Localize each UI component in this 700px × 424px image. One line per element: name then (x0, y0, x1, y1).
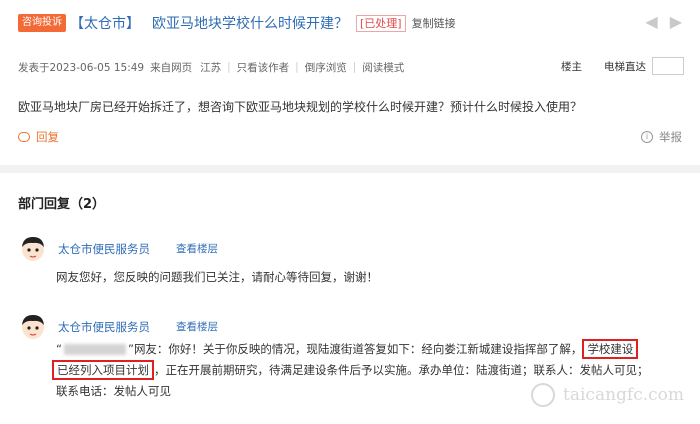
post-source: 来自网页 (150, 61, 193, 74)
reply-button[interactable]: 回复 (18, 129, 59, 145)
post-date: 发表于2023-06-05 15:49 (18, 61, 145, 74)
read-mode-link[interactable]: 阅读模式 (362, 60, 404, 75)
report-button[interactable]: i 举报 (641, 129, 682, 145)
post-title: 欧亚马地块学校什么时候开建？ (152, 16, 348, 32)
section-divider (0, 165, 700, 173)
reply-text-part: 网友：你好！关于你反映的情况，现陆渡街道答复如下：经向娄江新城建设指挥部了解， (133, 342, 583, 356)
quote-open: “ (56, 342, 62, 356)
jump-floor-input[interactable] (652, 57, 684, 75)
highlight-box: 已经列入项目计划 (52, 360, 154, 380)
watermark: taicangfc.com (531, 383, 684, 407)
watermark-text: taicangfc.com (563, 385, 684, 405)
reply-text: 网友您好，您反映的问题我们已关注，请耐心等待回复，谢谢！ (56, 270, 378, 284)
category-tag[interactable]: 咨询投诉 (18, 14, 66, 32)
reply-line: “”网友：你好！关于你反映的情况，现陆渡街道答复如下：经向娄江新城建设指挥部了解… (56, 339, 649, 360)
highlight-box: 学校建设 (582, 339, 639, 359)
post-body: 欧亚马地块厂房已经开始拆迁了，想咨询下欧亚马地块规划的学校什么时候开建？预计什么… (18, 100, 583, 114)
reply-text-part: ，正在开展前期研究，待满足建设条件后予以实施。承办单位：陆渡街道；联系人：发帖人… (154, 363, 649, 377)
post-title-row: 咨询投诉 【太仓市】 欧亚马地块学校什么时候开建？ [已处理] 复制链接 (18, 12, 682, 34)
watermark-logo-icon (531, 383, 556, 407)
copy-link-button[interactable]: 复制链接 (412, 15, 456, 31)
view-floor-link[interactable]: 查看楼层 (176, 319, 218, 334)
info-icon: i (641, 131, 653, 143)
city-link[interactable]: 【太仓市】 (70, 13, 140, 33)
comment-icon (18, 132, 30, 142)
thread-nav: ◀ ▶ (645, 12, 682, 31)
reply-author[interactable]: 太仓市便民服务员 (58, 241, 150, 257)
section-title: 部门回复（2） (18, 197, 106, 212)
view-floor-link[interactable]: 查看楼层 (176, 241, 218, 256)
owner-label: 楼主 (561, 60, 582, 73)
only-author-link[interactable]: 只看该作者 (237, 60, 290, 75)
reverse-order-link[interactable]: 倒序浏览 (305, 60, 347, 75)
reply-label: 回复 (36, 130, 59, 144)
meta-right: 楼主 电梯直达 (561, 57, 684, 75)
report-label: 举报 (659, 130, 682, 144)
jump-floor-label: 电梯直达 (604, 60, 646, 73)
arrow-left-icon[interactable]: ◀ (645, 12, 657, 31)
reply-author[interactable]: 太仓市便民服务员 (58, 319, 150, 335)
post-actions: 回复 i 举报 (18, 129, 682, 147)
reply-line: 已经列入项目计划 ，正在开展前期研究，待满足建设条件后予以实施。承办单位：陆渡街道… (52, 360, 649, 381)
blurred-username (63, 344, 126, 355)
divider: | (227, 61, 231, 73)
post-location: 江苏 (200, 61, 222, 74)
divider: | (295, 61, 299, 73)
arrow-right-icon[interactable]: ▶ (670, 12, 682, 31)
status-badge: [已处理] (356, 14, 406, 32)
avatar-icon (22, 315, 44, 339)
avatar-icon (22, 237, 44, 261)
divider: | (352, 61, 357, 73)
